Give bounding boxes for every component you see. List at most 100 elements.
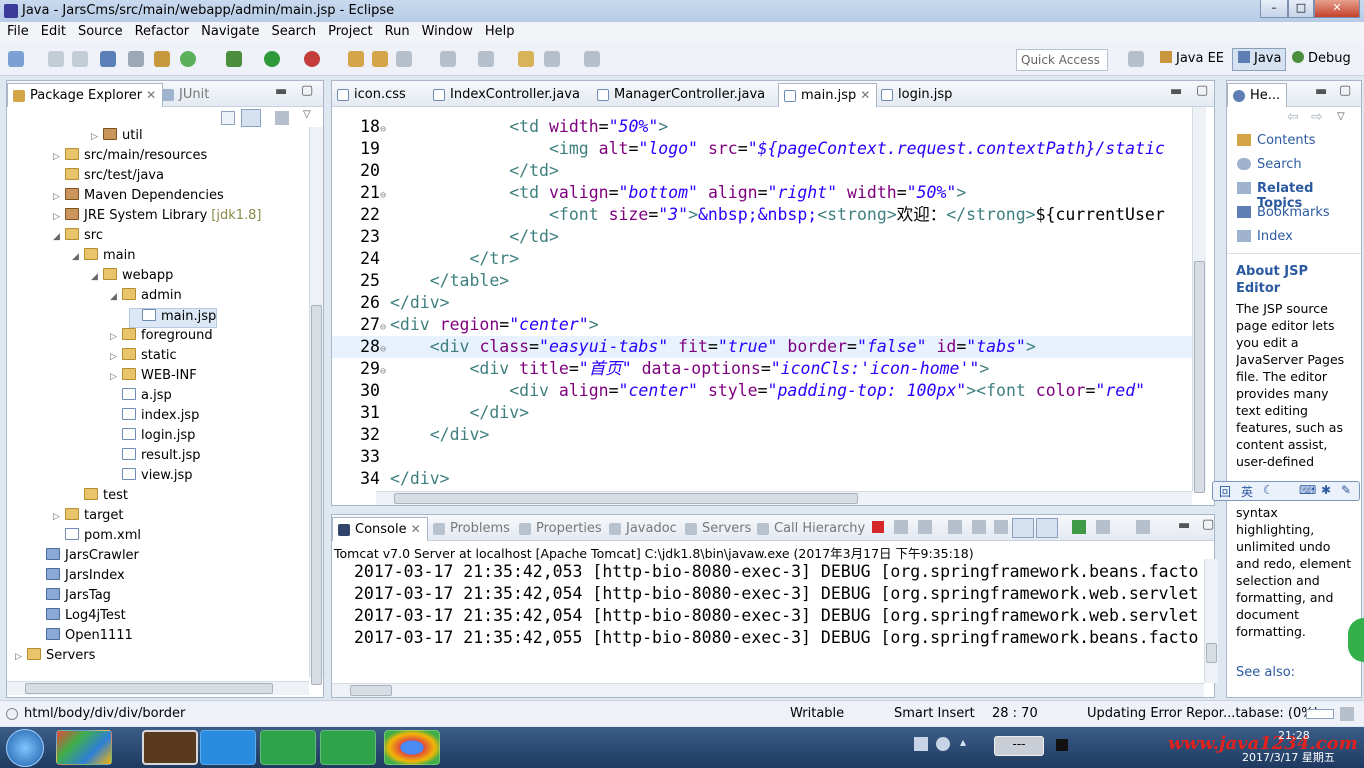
refresh-icon[interactable]: [180, 51, 196, 67]
taskbar-app-1-icon[interactable]: [56, 730, 112, 765]
menu-file[interactable]: File: [0, 22, 34, 39]
tree-item[interactable]: ◢ src: [53, 228, 103, 248]
minimize-view-icon[interactable]: ▬: [1315, 84, 1327, 99]
editor-vertical-scrollbar[interactable]: [1192, 107, 1206, 493]
maximize-view-icon[interactable]: ▢: [1196, 83, 1208, 98]
tab-properties[interactable]: Properties: [514, 517, 608, 541]
tree-item[interactable]: ◢ webapp: [91, 268, 173, 288]
maximize-view-icon[interactable]: ▢: [1339, 83, 1351, 98]
tree-item[interactable]: ◢ main: [72, 248, 135, 268]
tree-expand-icon[interactable]: ◢: [91, 272, 103, 282]
search-tool-icon[interactable]: [396, 51, 412, 67]
tab-problems[interactable]: Problems: [428, 517, 516, 541]
tree-item[interactable]: ▷ WEB-INF: [110, 368, 197, 388]
progress-bar[interactable]: [1306, 709, 1334, 719]
taskbar-wps-icon[interactable]: [200, 730, 256, 765]
ime-toolbar[interactable]: 回 英 ☾ ⌨ ✱ ✎: [1212, 481, 1360, 501]
tree-item[interactable]: login.jsp: [110, 428, 195, 448]
show-on-output-icon[interactable]: [1012, 518, 1034, 538]
close-button[interactable]: ✕: [1314, 0, 1360, 18]
code-line[interactable]: 22 <font size="3">&nbsp;&nbsp;<strong>欢迎…: [332, 204, 1192, 226]
menu-help[interactable]: Help: [478, 22, 520, 39]
close-icon[interactable]: ✕: [860, 88, 870, 102]
next-annotation-icon[interactable]: [440, 51, 456, 67]
code-line[interactable]: 28⊖ <div class="easyui-tabs" fit="true" …: [332, 336, 1192, 358]
help-link-contents[interactable]: Contents: [1257, 133, 1315, 148]
code-line[interactable]: 21⊖ <td valign="bottom" align="right" wi…: [332, 182, 1192, 204]
tab-call-hierarchy[interactable]: Call Hierarchy: [752, 517, 871, 541]
code-line[interactable]: 20 </td>: [332, 160, 1192, 182]
menu-refactor[interactable]: Refactor: [128, 22, 195, 39]
tree-expand-icon[interactable]: ▷: [53, 152, 65, 162]
chevron-down-icon[interactable]: ▽: [303, 109, 311, 120]
ime-keyboard-icon[interactable]: ⌨: [1299, 483, 1316, 497]
tab-managercontroller[interactable]: ManagerController.java: [592, 83, 771, 107]
tree-expand-icon[interactable]: ▷: [91, 132, 103, 142]
terminal-icon[interactable]: [100, 51, 116, 67]
menu-edit[interactable]: Edit: [34, 22, 71, 39]
display-console-icon[interactable]: [1096, 520, 1110, 534]
tray-network-icon[interactable]: [1056, 739, 1068, 751]
tree-item[interactable]: ▷ JRE System Library [jdk1.8]: [53, 208, 262, 228]
minimize-button[interactable]: –: [1260, 0, 1288, 18]
tree-item[interactable]: Log4jTest: [34, 608, 126, 628]
tab-junit[interactable]: JUnit: [157, 83, 215, 107]
help-link-index[interactable]: Index: [1257, 229, 1293, 244]
tree-item[interactable]: JarsTag: [34, 588, 111, 608]
open-perspective-icon[interactable]: [1128, 51, 1144, 67]
tree-item[interactable]: src/test/java: [53, 168, 164, 188]
editor-scroll-thumb[interactable]: [1194, 261, 1205, 493]
tree-item[interactable]: view.jsp: [110, 468, 193, 488]
code-line[interactable]: 27⊖ <div region="center">: [332, 314, 1192, 336]
help-link-bookmarks[interactable]: Bookmarks: [1257, 205, 1330, 220]
tree-expand-icon[interactable]: ▷: [110, 352, 122, 362]
open-type-icon[interactable]: [348, 51, 364, 67]
tree-expand-icon[interactable]: ◢: [72, 252, 84, 262]
editor-hscroll-thumb[interactable]: [394, 493, 858, 504]
tab-servers[interactable]: Servers: [680, 517, 757, 541]
tree-expand-icon[interactable]: ▷: [53, 212, 65, 222]
help-link-search[interactable]: Search: [1257, 157, 1302, 172]
code-line[interactable]: 26 </div>: [332, 292, 1192, 314]
code-line[interactable]: 24 </tr>: [332, 248, 1192, 270]
tree-expand-icon[interactable]: ▷: [110, 332, 122, 342]
code-line[interactable]: 18⊖ <td width="50%">: [332, 116, 1192, 138]
word-wrap-icon[interactable]: [994, 520, 1008, 534]
clear-console-icon[interactable]: [948, 520, 962, 534]
tab-javadoc[interactable]: Javadoc: [604, 517, 683, 541]
tree-expand-icon[interactable]: ▷: [53, 192, 65, 202]
open-task-icon[interactable]: [372, 51, 388, 67]
tab-login-jsp[interactable]: login.jsp: [876, 83, 958, 107]
ime-logo-icon[interactable]: 回: [1219, 483, 1231, 500]
maximize-button[interactable]: □: [1288, 0, 1314, 18]
menu-window[interactable]: Window: [415, 22, 478, 39]
forward-icon[interactable]: [584, 51, 600, 67]
remove-all-launches-icon[interactable]: [918, 520, 932, 534]
perspective-debug[interactable]: Debug: [1292, 51, 1351, 66]
floating-widget-icon[interactable]: [1348, 618, 1364, 662]
link-with-editor-icon[interactable]: [241, 109, 261, 127]
start-button-icon[interactable]: [6, 729, 44, 767]
tree-item[interactable]: pom.xml: [53, 528, 141, 548]
tree-hscroll-thumb[interactable]: [25, 683, 273, 694]
tree-scroll-thumb[interactable]: [311, 305, 322, 685]
code-line[interactable]: 32 </div>: [332, 424, 1192, 446]
debug-icon[interactable]: [226, 51, 242, 67]
tree-item[interactable]: index.jsp: [110, 408, 199, 428]
taskbar-camtasia-2-icon[interactable]: [320, 730, 376, 765]
tray-input-box[interactable]: ---: [994, 736, 1044, 756]
tree-item[interactable]: JarsCrawler: [34, 548, 139, 568]
perspective-java[interactable]: Java: [1238, 51, 1281, 66]
tab-indexcontroller[interactable]: IndexController.java: [428, 83, 586, 107]
clock-time[interactable]: 21:28: [1278, 729, 1310, 742]
new-icon[interactable]: [8, 51, 24, 67]
progress-view-icon[interactable]: [1340, 707, 1354, 721]
tree-horizontal-scrollbar[interactable]: [7, 681, 309, 695]
console-vertical-scrollbar[interactable]: [1204, 559, 1218, 683]
tree-expand-icon[interactable]: ◢: [53, 232, 65, 242]
menu-project[interactable]: Project: [321, 22, 377, 39]
view-menu-icon[interactable]: [275, 111, 289, 125]
help-menu-icon[interactable]: ▽: [1337, 111, 1345, 122]
menu-run[interactable]: Run: [378, 22, 415, 39]
code-line[interactable]: 30 <div align="center" style="padding-to…: [332, 380, 1192, 402]
